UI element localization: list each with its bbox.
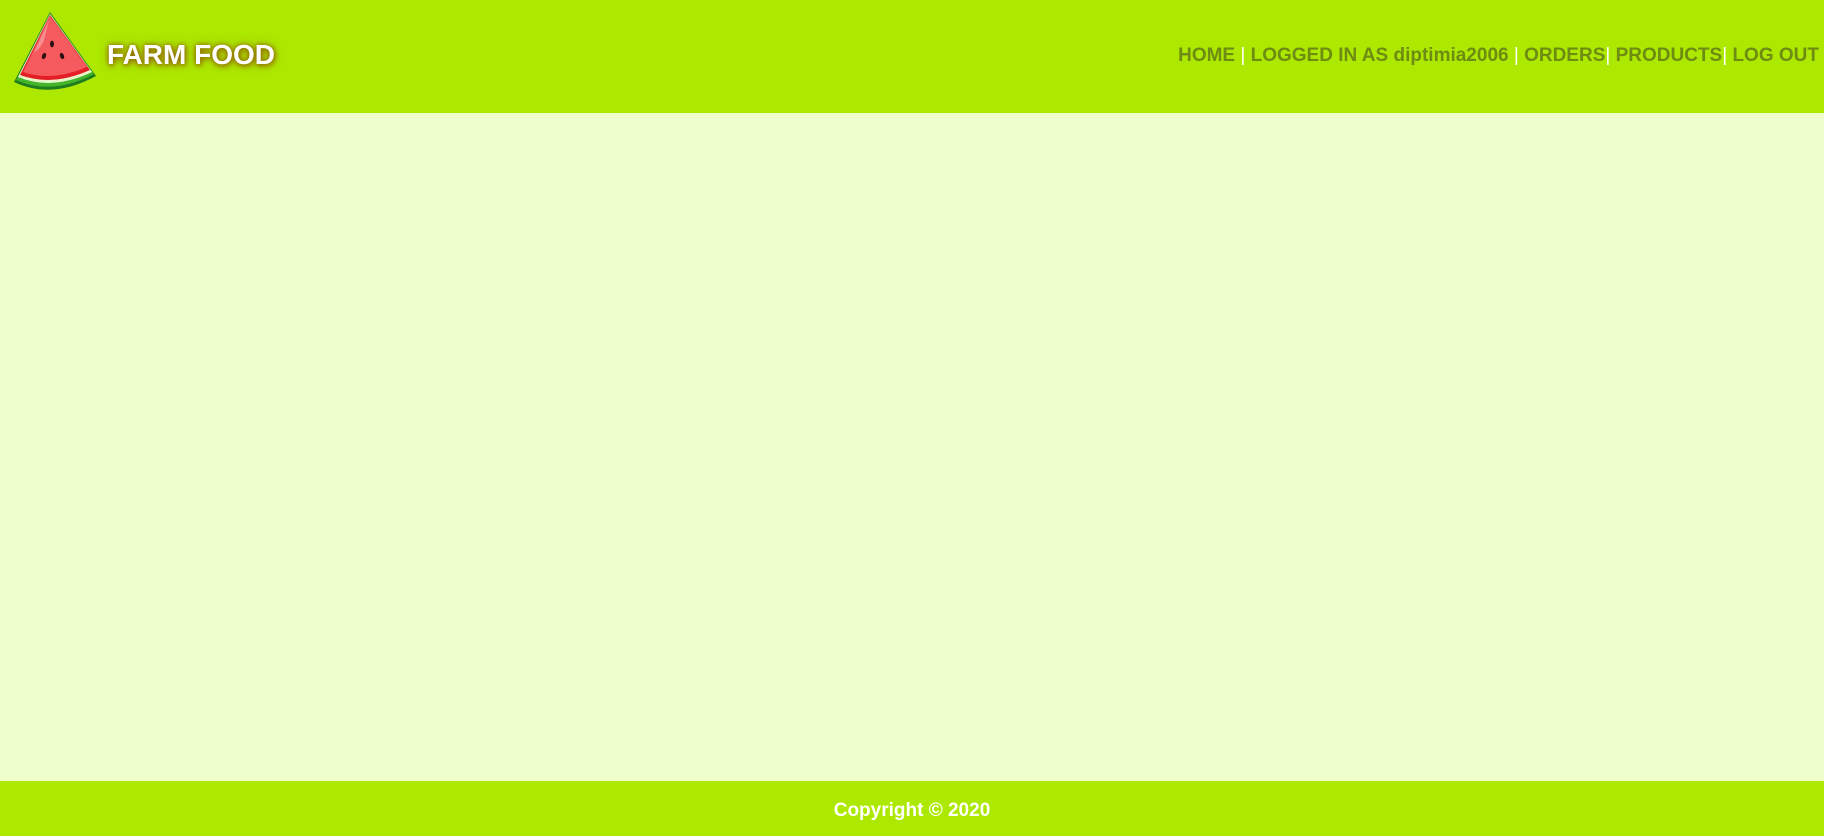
watermelon-slice-icon[interactable]	[12, 10, 98, 92]
top-nav: HOME | LOGGED IN AS diptimia2006 | ORDER…	[1178, 44, 1819, 68]
copyright-text: Copyright © 2020	[833, 800, 991, 821]
nav-orders-link[interactable]: ORDERS	[1524, 45, 1605, 66]
brand-name[interactable]: FARM FOOD	[107, 38, 275, 72]
username: diptimia2006	[1393, 45, 1509, 66]
site-footer: Copyright © 2020	[0, 781, 1824, 836]
logged-in-prefix: LOGGED IN AS	[1250, 45, 1389, 66]
nav-products-link[interactable]: PRODUCTS	[1616, 45, 1723, 66]
page: FARM FOOD HOME | LOGGED IN AS diptimia20…	[0, 0, 1824, 836]
nav-separator: |	[1722, 45, 1728, 66]
nav-home-link[interactable]: HOME	[1178, 45, 1235, 66]
nav-separator: |	[1513, 45, 1519, 66]
nav-separator: |	[1605, 45, 1611, 66]
nav-logout-link[interactable]: LOG OUT	[1732, 45, 1819, 66]
site-header: FARM FOOD HOME | LOGGED IN AS diptimia20…	[0, 0, 1824, 113]
nav-separator: |	[1240, 45, 1246, 66]
logged-in-label: LOGGED IN AS diptimia2006	[1251, 45, 1509, 66]
